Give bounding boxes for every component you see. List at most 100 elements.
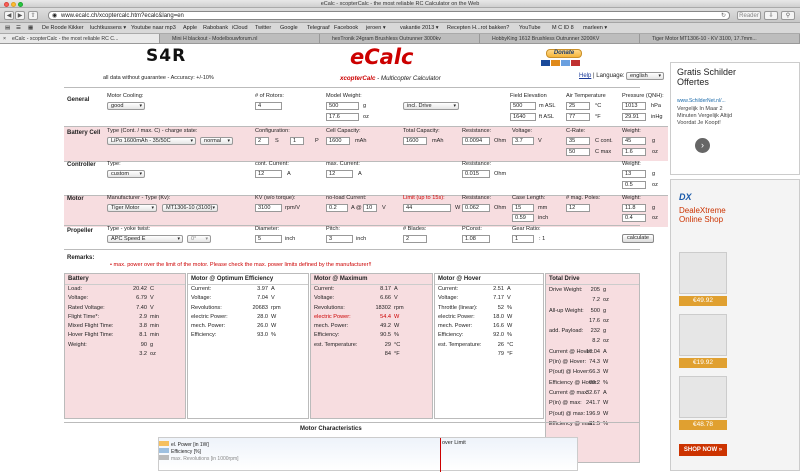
bookmark-item[interactable]: M C ID 8 [552, 23, 574, 33]
model-weight-input[interactable]: 500 [326, 102, 359, 110]
gear-ratio-input[interactable]: 1 [512, 235, 534, 243]
cont-current-unit: A [287, 171, 291, 177]
ad-title[interactable]: Gratis Schilder Offertes [677, 67, 743, 87]
air-temp-f-input[interactable]: 77 [566, 113, 590, 121]
ad-schilder[interactable]: Gratis Schilder Offertes www.SchilderNet… [670, 62, 800, 175]
pressure-inhg-input[interactable]: 29.91 [622, 113, 646, 121]
url-field[interactable]: ◉ www.ecalc.ch/xcoptercalc.htm?ecalc&lan… [48, 11, 730, 20]
pconst-input[interactable]: 1.08 [462, 235, 490, 243]
tab-ecalc[interactable]: × eCalc - xcopterCalc - the most reliable… [0, 34, 160, 43]
ad-dealextreme[interactable]: DX DealeXtreme Online Shop €49.92 €19.92… [670, 179, 800, 471]
bookmark-item[interactable]: vakantie 2013 ▾ [400, 23, 439, 33]
controller-type-select[interactable]: custom [107, 170, 145, 178]
config-p-input[interactable]: 1 [290, 137, 304, 145]
c-rate-max-input[interactable]: 50 [566, 148, 590, 156]
motor-cooling-select[interactable]: good [107, 102, 145, 110]
ad-arrow-icon[interactable]: › [695, 138, 710, 153]
yoke-twist-select[interactable]: 0° [187, 235, 211, 243]
rotors-input[interactable]: 4 [255, 102, 282, 110]
bookmark-item[interactable]: YouTube [519, 23, 541, 33]
config-s-input[interactable]: 2 [255, 137, 269, 145]
case-length-in-input[interactable]: 0.59 [512, 214, 534, 222]
results-optimum: Motor @ Optimum Efficiency Current: 3.97 A… [187, 273, 309, 419]
bookmark-item[interactable]: Twitter [255, 23, 271, 33]
battery-weight-oz-input[interactable]: 1.6 [622, 148, 646, 156]
help-link[interactable]: Help [579, 73, 591, 79]
cell-capacity-input[interactable]: 1600 [326, 137, 350, 145]
pitch-input[interactable]: 3 [326, 235, 353, 243]
model-weight-oz-input[interactable]: 17.6 [326, 113, 359, 121]
bookmark-item[interactable]: Youtube naar mp3 [131, 23, 176, 33]
share-button[interactable]: ⇧ [28, 11, 38, 20]
result-row: Current: 3.97 A [188, 285, 308, 294]
bookmark-item[interactable]: Recepten H...rot bakken? [447, 23, 509, 33]
donate-button[interactable]: Donate [546, 49, 582, 58]
calculate-button[interactable]: calculate [622, 234, 654, 243]
diameter-input[interactable]: 5 [255, 235, 282, 243]
bookmark-item[interactable]: De Roode Kikker [42, 23, 84, 33]
bookmark-item[interactable]: marleen ▾ [583, 23, 607, 33]
air-temp-c-input[interactable]: 25 [566, 102, 590, 110]
c-rate-cont-input[interactable]: 35 [566, 137, 590, 145]
controller-resistance-input[interactable]: 0.015 [462, 170, 490, 178]
bookmark-item[interactable]: Google [280, 23, 298, 33]
battery-resistance-unit: Ohm [494, 138, 507, 144]
noload-voltage-input[interactable]: 10 [363, 204, 377, 212]
forward-button[interactable]: ▶ [15, 11, 25, 20]
download-button[interactable]: ⇩ [764, 11, 778, 20]
bookmark-item[interactable]: Rabobank [203, 23, 228, 33]
motor-weight-input[interactable]: 11.8 [622, 204, 646, 212]
controller-weight-oz-input[interactable]: 0.5 [622, 181, 646, 189]
battery-weight-input[interactable]: 45 [622, 137, 646, 145]
site-favicon-icon: ◉ [52, 13, 58, 19]
shop-now-button[interactable]: SHOP NOW » [679, 444, 727, 456]
case-length-input[interactable]: 15 [512, 204, 534, 212]
close-window-button[interactable] [4, 1, 9, 7]
drive-inclusion-select[interactable]: incl. Drive [403, 102, 459, 110]
charge-state-select[interactable]: normal [200, 137, 233, 145]
zoom-window-button[interactable] [18, 1, 23, 7]
reading-list-icon[interactable]: ▤ [5, 23, 10, 33]
field-elevation-input[interactable]: 500 [510, 102, 536, 110]
bookmark-item[interactable]: Apple [183, 23, 197, 33]
close-tab-icon[interactable]: × [3, 34, 6, 43]
battery-type-select[interactable]: LiPo 1600mAh - 35/50C [107, 137, 196, 145]
tab-hextronik[interactable]: hexTronik 24gram Brushless Outrunner 300… [320, 34, 480, 43]
tab-hobbyking[interactable]: HobbyKing 1612 Brushless Outrunner 3200K… [480, 34, 640, 43]
bookmark-item[interactable]: jeroen ▾ [366, 23, 386, 33]
bookmarks-icon[interactable]: ☰ [16, 23, 21, 33]
propeller-type-select[interactable]: APC Speed E [107, 235, 183, 243]
total-capacity-input[interactable]: 1600 [403, 137, 427, 145]
motor-manufacturer-select[interactable]: Tiger Motor [107, 204, 157, 212]
battery-resistance-input[interactable]: 0.0094 [462, 137, 490, 145]
field-elevation-ft-input[interactable]: 1640 [510, 113, 536, 121]
noload-current-input[interactable]: 0.2 [326, 204, 348, 212]
bookmark-item[interactable]: luchtkussens ▾ [90, 23, 126, 33]
motor-type-select[interactable]: MT1306-10 (3100) [162, 204, 218, 212]
language-select[interactable]: english [626, 72, 664, 80]
max-current-input[interactable]: 12 [326, 170, 353, 178]
cell-voltage-input[interactable]: 3.7 [512, 137, 534, 145]
controller-weight-input[interactable]: 13 [622, 170, 646, 178]
tab-tiger-motor[interactable]: Tiger Motor MT1306-10 - KV 3100, 17.7mm.… [640, 34, 800, 43]
grid-icon[interactable]: ▦ [28, 23, 33, 33]
tab-forum[interactable]: Mini H blackout - Modelbouwforum.nl [160, 34, 320, 43]
ad-url[interactable]: www.SchilderNet.nl/... [677, 98, 726, 104]
bookmark-item[interactable]: iCloud [232, 23, 248, 33]
motor-resistance-input[interactable]: 0.062 [462, 204, 490, 212]
search-button[interactable]: ⚲ [781, 11, 795, 20]
back-button[interactable]: ◀ [4, 11, 14, 20]
result-label: Revolutions: [314, 304, 345, 311]
kv-input[interactable]: 3100 [255, 204, 282, 212]
blades-input[interactable]: 2 [403, 235, 427, 243]
pressure-input[interactable]: 1013 [622, 102, 646, 110]
minimize-window-button[interactable] [11, 1, 16, 7]
bookmark-item[interactable]: Facebook [334, 23, 358, 33]
power-limit-input[interactable]: 44 [403, 204, 451, 212]
bookmark-item[interactable]: Telegraaf [307, 23, 330, 33]
reader-button[interactable]: Reader [737, 11, 761, 20]
cont-current-input[interactable]: 12 [255, 170, 282, 178]
motor-weight-oz-input[interactable]: 0.4 [622, 214, 646, 222]
reload-icon[interactable]: ↻ [721, 12, 726, 20]
mag-poles-input[interactable]: 12 [566, 204, 590, 212]
